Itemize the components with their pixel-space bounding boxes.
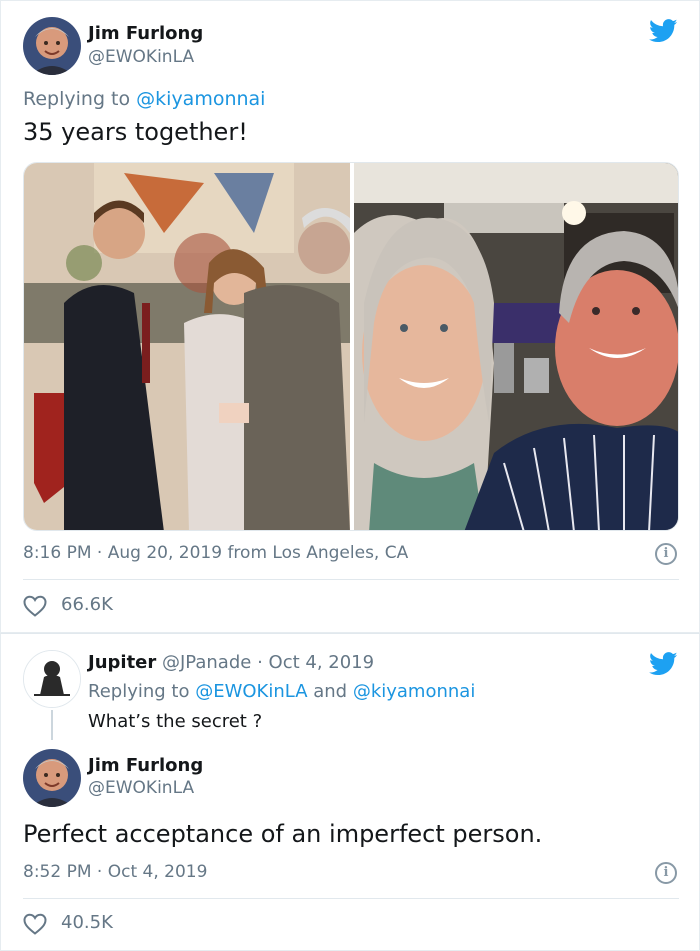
divider <box>23 579 679 580</box>
replying-prefix: Replying to <box>88 681 196 702</box>
reply-author-handle[interactable]: @JPanade <box>162 652 251 673</box>
replying-prefix: Replying to <box>23 88 137 110</box>
divider <box>23 898 679 899</box>
timestamp-line: 8:16 PM · Aug 20, 2019 from Los Angeles,… <box>23 543 408 563</box>
like-heart-icon[interactable] <box>23 595 47 621</box>
timestamp-line: 8:52 PM · Oct 4, 2019 <box>23 862 207 882</box>
info-icon[interactable]: i <box>655 862 677 884</box>
author-name[interactable]: Jim Furlong <box>88 23 203 44</box>
author-handle[interactable]: @EWOKinLA <box>88 778 194 798</box>
replying-to-link-2[interactable]: @kiyamonnai <box>353 681 476 702</box>
like-count: 40.5K <box>61 912 113 933</box>
twitter-bird-icon[interactable] <box>648 652 678 680</box>
info-icon[interactable]: i <box>655 543 677 565</box>
reply-text: What’s the secret ? <box>88 711 263 732</box>
tweet-photo[interactable] <box>23 162 679 531</box>
like-heart-icon[interactable] <box>23 913 47 939</box>
replying-to-line: Replying to @kiyamonnai <box>23 88 265 110</box>
author-name[interactable]: Jim Furlong <box>88 755 203 776</box>
jim-furlong-avatar[interactable] <box>23 17 81 75</box>
replying-to-link[interactable]: @kiyamonnai <box>136 88 265 110</box>
tweet-text: 35 years together! <box>23 118 248 146</box>
reply-author-name[interactable]: Jupiter <box>88 652 156 673</box>
thread-line <box>51 710 53 740</box>
tweet-time[interactable]: 8:52 PM <box>23 862 92 882</box>
reply-header: Jupiter @JPanade · Oct 4, 2019 <box>88 652 374 673</box>
and-word: and <box>307 681 353 702</box>
jupiter-avatar[interactable] <box>23 650 81 708</box>
tweet-date[interactable]: Oct 4, 2019 <box>108 862 208 882</box>
separator-dot: · <box>96 862 103 882</box>
like-count: 66.6K <box>61 594 113 615</box>
author-handle[interactable]: @EWOKinLA <box>88 47 194 67</box>
tweet-date[interactable]: Aug 20, 2019 <box>108 543 222 563</box>
twitter-bird-icon[interactable] <box>648 19 678 47</box>
jim-furlong-avatar[interactable] <box>23 749 81 807</box>
reply-date[interactable]: Oct 4, 2019 <box>269 652 375 673</box>
separator-dot: · <box>257 652 263 673</box>
tweet-card-reply-thread: Jupiter @JPanade · Oct 4, 2019 Replying … <box>0 633 700 951</box>
tweet-text: Perfect acceptance of an imperfect perso… <box>23 820 543 848</box>
separator-dot: · <box>96 543 103 563</box>
replying-to-link-1[interactable]: @EWOKinLA <box>195 681 307 702</box>
tweet-time[interactable]: 8:16 PM <box>23 543 92 563</box>
tweet-card-main: Jim Furlong @EWOKinLA Replying to @kiyam… <box>0 0 700 633</box>
reply-replying-to-line: Replying to @EWOKinLA and @kiyamonnai <box>88 681 475 702</box>
tweet-location[interactable]: from Los Angeles, CA <box>227 543 408 563</box>
